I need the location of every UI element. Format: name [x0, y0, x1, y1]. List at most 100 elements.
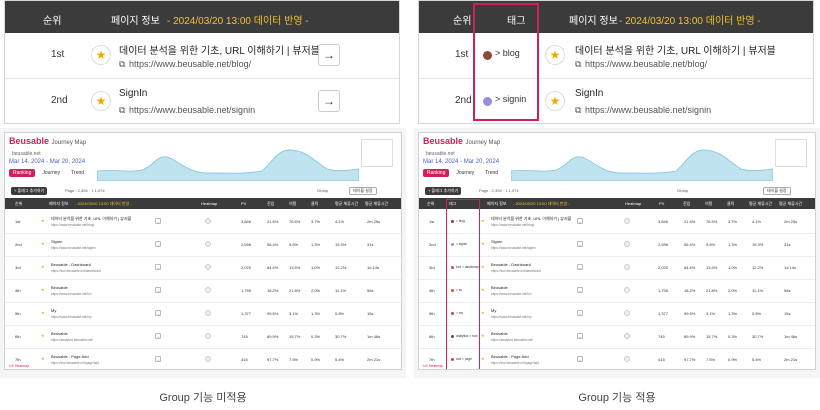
link-icon[interactable]: ⧉: [575, 105, 581, 116]
heatmap-icon[interactable]: [624, 310, 631, 316]
arrow-right-icon[interactable]: →: [318, 90, 340, 112]
data-notice: - 2024/03/20 13:00 데이터 반영 -: [513, 201, 570, 206]
page-url[interactable]: https://www.beusable.net/signin: [491, 246, 536, 250]
tab-trend[interactable]: Trend: [481, 169, 502, 177]
arrow-right-icon[interactable]: →: [155, 287, 161, 293]
arrow-right-icon[interactable]: →: [155, 218, 161, 224]
group-toggle[interactable]: Group: [317, 188, 328, 193]
star-icon[interactable]: ★: [481, 333, 485, 338]
heatmap-icon[interactable]: [205, 356, 211, 362]
page-url[interactable]: https://www.beusable.net/my: [491, 315, 532, 319]
heatmap-icon[interactable]: [205, 241, 211, 247]
star-icon[interactable]: ★: [481, 287, 485, 292]
arrow-right-icon[interactable]: →: [155, 241, 161, 247]
star-icon[interactable]: ★: [41, 241, 45, 246]
star-icon[interactable]: ★: [41, 333, 45, 338]
date-range[interactable]: Mar 14, 2024 - Mar 20, 2024: [423, 159, 499, 165]
star-icon[interactable]: ★: [545, 91, 565, 111]
heatmap-icon[interactable]: [624, 287, 631, 293]
page-url[interactable]: https://www.beusable.net/signin: [129, 105, 255, 115]
link-icon[interactable]: ⧉: [119, 59, 125, 70]
page-url[interactable]: https://tool.beusable.net/page/add: [491, 361, 539, 365]
metric-m3: 3.7%: [311, 219, 321, 224]
table-setting-button[interactable]: 테이블 설정: [349, 187, 377, 195]
heatmap-icon[interactable]: [205, 264, 211, 270]
group-toggle[interactable]: Group: [677, 188, 688, 193]
arrow-right-icon[interactable]: →: [576, 356, 583, 362]
star-icon[interactable]: ★: [481, 356, 485, 361]
heatmap-icon[interactable]: [624, 241, 631, 247]
heatmap-icon[interactable]: [205, 287, 211, 293]
star-icon[interactable]: ★: [41, 264, 45, 269]
page-url[interactable]: https://www.beusable.net/blog/: [585, 59, 707, 69]
arrow-right-icon[interactable]: →: [576, 241, 583, 247]
star-icon[interactable]: ★: [41, 310, 45, 315]
table-row[interactable]: 5th ★ My https://www.beusable.net/my → 1,377 9…: [5, 302, 401, 326]
page-url[interactable]: https://www.beusable.net/ko/: [51, 292, 92, 296]
table-row[interactable]: 7th ★ Beusable - Page Add https://tool.beus…: [5, 348, 401, 369]
page-url[interactable]: https://tool.beusable.net/dashboard: [51, 269, 101, 273]
star-icon[interactable]: ★: [91, 45, 111, 65]
table-row[interactable]: 6th ★ Beusable https://analytics.beusable.n…: [5, 325, 401, 349]
tab-journey[interactable]: Journey: [452, 169, 478, 177]
table-row[interactable]: 1st ★ 데이터 분석을 위한 기초, URL 이해하기 | 뷰저블 ⧉ ht…: [5, 33, 399, 79]
arrow-right-icon[interactable]: →: [576, 264, 583, 270]
add-flag-button[interactable]: + 플래그 추가하기: [425, 187, 462, 195]
star-icon[interactable]: ★: [41, 356, 45, 361]
arrow-right-icon[interactable]: →: [155, 310, 161, 316]
page-url[interactable]: https://www.beusable.net/blog/: [51, 223, 94, 227]
heatmap-icon[interactable]: [205, 333, 211, 339]
tab-ranking[interactable]: Ranking: [423, 169, 450, 177]
table-row[interactable]: 2nd ★ SignIn https://www.beusable.net/signi…: [5, 233, 401, 257]
domain-select[interactable]: beusable.net: [12, 151, 41, 157]
table-row[interactable]: 4th ★ Beusable https://www.beusable.net/ko/…: [5, 279, 401, 303]
arrow-right-icon[interactable]: →: [576, 310, 583, 316]
star-icon[interactable]: ★: [41, 218, 45, 223]
arrow-right-icon[interactable]: →: [576, 218, 583, 224]
page-url[interactable]: https://tool.beusable.net/page/add: [51, 361, 99, 365]
heatmap-icon[interactable]: [624, 356, 631, 362]
table-setting-button[interactable]: 테이블 설정: [763, 187, 791, 195]
domain-select[interactable]: beusable.net: [426, 151, 455, 157]
page-url[interactable]: https://www.beusable.net/signin: [585, 105, 711, 115]
heatmap-icon[interactable]: [624, 218, 631, 224]
table-row[interactable]: 3rd ★ Beusable - Dashboard https://tool.beu…: [5, 256, 401, 280]
star-icon[interactable]: ★: [481, 218, 485, 223]
star-icon[interactable]: ★: [481, 310, 485, 315]
link-icon[interactable]: ⧉: [575, 59, 581, 70]
mini-chart[interactable]: [361, 139, 393, 167]
star-icon[interactable]: ★: [481, 264, 485, 269]
heatmap-icon[interactable]: [624, 264, 631, 270]
page-url[interactable]: https://www.beusable.net/blog/: [491, 223, 534, 227]
heatmap-icon[interactable]: [205, 310, 211, 316]
page-url[interactable]: https://tool.beusable.net/dashboard: [491, 269, 541, 273]
star-icon[interactable]: ★: [41, 287, 45, 292]
arrow-right-icon[interactable]: →: [155, 264, 161, 270]
page-url[interactable]: https://www.beusable.net/my: [51, 315, 92, 319]
page-url[interactable]: https://www.beusable.net/blog/: [129, 59, 251, 69]
arrow-right-icon[interactable]: →: [318, 44, 340, 66]
arrow-right-icon[interactable]: →: [155, 333, 161, 339]
add-flag-button[interactable]: + 플래그 추가하기: [11, 187, 48, 195]
tab-trend[interactable]: Trend: [67, 169, 88, 177]
metric-m2: 76.5%: [706, 219, 718, 224]
heatmap-icon[interactable]: [205, 218, 211, 224]
tab-journey[interactable]: Journey: [38, 169, 64, 177]
page-url[interactable]: https://analytics.beusable.net/: [491, 338, 533, 342]
star-icon[interactable]: ★: [481, 241, 485, 246]
heatmap-icon[interactable]: [624, 333, 631, 339]
page-url[interactable]: https://www.beusable.net/signin: [51, 246, 96, 250]
link-icon[interactable]: ⧉: [119, 105, 125, 116]
mini-chart[interactable]: [775, 139, 807, 167]
date-range[interactable]: Mar 14, 2024 - Mar 20, 2024: [9, 159, 85, 165]
star-icon[interactable]: ★: [91, 91, 111, 111]
table-row[interactable]: 2nd ★ SignIn ⧉ https://www.beusable.net/…: [5, 79, 399, 123]
table-row[interactable]: 1st ★ 데이터 분석을 위한 기초, URL 이해하기 | 뷰저블 https:/…: [5, 210, 401, 234]
arrow-right-icon[interactable]: →: [576, 333, 583, 339]
page-url[interactable]: https://www.beusable.net/ko/: [491, 292, 532, 296]
star-icon[interactable]: ★: [545, 45, 565, 65]
arrow-right-icon[interactable]: →: [576, 287, 583, 293]
tab-ranking[interactable]: Ranking: [9, 169, 36, 177]
arrow-right-icon[interactable]: →: [155, 356, 161, 362]
page-url[interactable]: https://analytics.beusable.net/: [51, 338, 93, 342]
